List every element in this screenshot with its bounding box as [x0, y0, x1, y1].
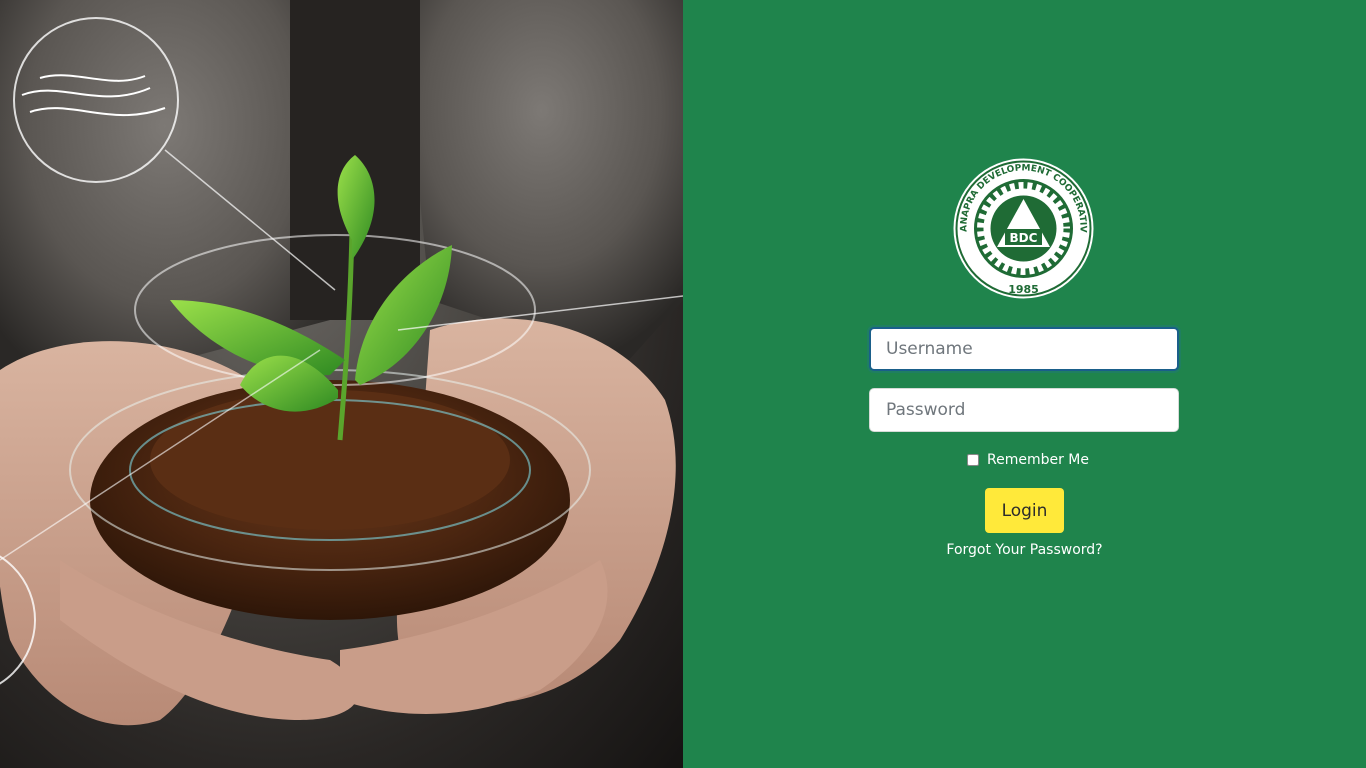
remember-me-checkbox[interactable]: [967, 454, 979, 466]
password-input[interactable]: [869, 388, 1179, 432]
login-button[interactable]: Login: [985, 488, 1064, 533]
bdc-logo: BDC BANAPRA DEVELOPMENT COOPERATIVE 1985: [950, 157, 1094, 299]
login-page: BDC BANAPRA DEVELOPMENT COOPERATIVE 1985…: [0, 0, 1366, 768]
username-input[interactable]: [869, 327, 1179, 371]
remember-me-label: Remember Me: [987, 452, 1089, 468]
hero-image: [0, 0, 683, 768]
logo-center-text: BDC: [1010, 231, 1038, 245]
login-panel: BDC BANAPRA DEVELOPMENT COOPERATIVE 1985…: [683, 0, 1366, 768]
hands-soil-seedling-illustration: [0, 0, 683, 726]
remember-me[interactable]: Remember Me: [967, 451, 1089, 469]
forgot-password-link[interactable]: Forgot Your Password?: [683, 542, 1366, 558]
logo-year: 1985: [1008, 283, 1039, 296]
